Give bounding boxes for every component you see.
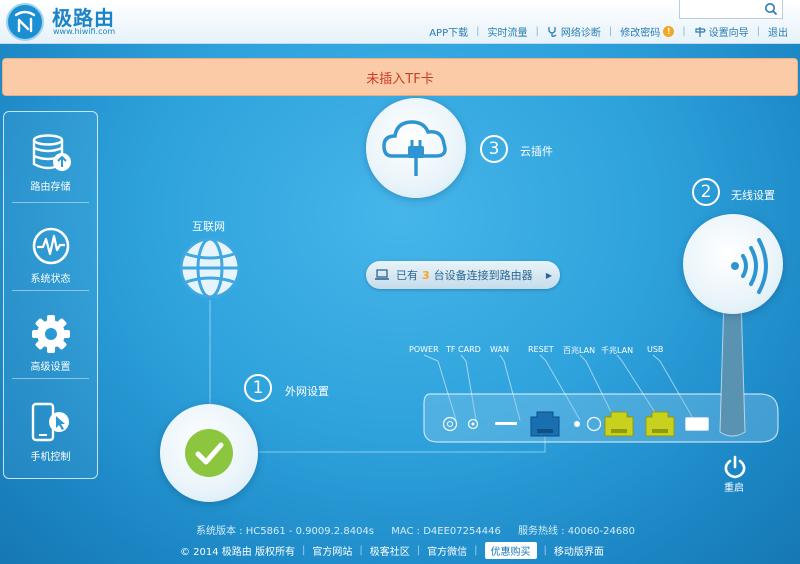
tf-card-alert: 未插入TF卡 xyxy=(2,58,798,96)
laptop-icon xyxy=(375,269,389,280)
power-port-icon xyxy=(442,416,458,432)
check-icon xyxy=(185,429,233,477)
nav-change-password[interactable]: 修改密码 ! xyxy=(620,24,675,39)
sidebar-item-advanced[interactable]: 高级设置 xyxy=(4,292,97,380)
port-label-lan-100m: 百兆LAN xyxy=(563,346,596,355)
reset-ring-icon xyxy=(586,416,602,432)
warning-icon: ! xyxy=(663,26,675,37)
sidebar-item-status[interactable]: 系统状态 xyxy=(4,204,97,292)
official-site-link[interactable]: 官方网站 xyxy=(312,543,352,558)
connected-devices-bar[interactable]: 已有 3 台设备连接到路由器 ▶ xyxy=(366,261,560,289)
port-label-reset: RESET xyxy=(528,345,554,354)
search-input[interactable] xyxy=(684,0,764,17)
sidebar-item-label: 手机控制 xyxy=(30,452,71,463)
port-label-tf-card: TF CARD xyxy=(446,345,481,354)
cloud-plugin-label[interactable]: 云插件 xyxy=(520,143,553,159)
port-label-lan-1000m: 千兆LAN xyxy=(601,346,634,355)
usb-port-icon[interactable] xyxy=(685,417,709,431)
port-label-usb: USB xyxy=(647,345,664,354)
divider xyxy=(12,202,89,203)
divider xyxy=(12,378,89,379)
step-number-1: 1 xyxy=(244,374,272,402)
logo-icon xyxy=(14,10,36,33)
footer-links: © 2014 极路由 版权所有 | 官方网站 | 极客社区 | 官方微信 | 优… xyxy=(180,542,604,559)
cloud-plugin-bubble[interactable] xyxy=(366,98,466,198)
tf-card-port-icon xyxy=(467,418,479,430)
top-nav: APP下载 | 实时流量 | 网络诊断 | 修改密码 ! | 设置向导 | 退出 xyxy=(429,24,788,39)
nav-app-download[interactable]: APP下载 xyxy=(429,24,468,39)
divider xyxy=(12,290,89,291)
community-link[interactable]: 极客社区 xyxy=(370,543,410,558)
tf-slot xyxy=(495,422,517,425)
sidebar-item-label: 系统状态 xyxy=(30,274,71,285)
search-icon[interactable] xyxy=(764,2,778,16)
wireless-settings-label[interactable]: 无线设置 xyxy=(731,187,775,203)
sidebar-item-storage[interactable]: 路由存储 xyxy=(4,112,97,200)
logo[interactable] xyxy=(6,3,44,41)
connected-prefix: 已有 xyxy=(396,269,418,282)
sidebar-item-label: 高级设置 xyxy=(30,362,71,373)
nav-logout[interactable]: 退出 xyxy=(768,24,788,39)
globe-icon[interactable] xyxy=(178,236,242,300)
device-count: 3 xyxy=(422,268,430,282)
sidebar-item-mobile[interactable]: 手机控制 xyxy=(4,380,97,468)
signpost-icon xyxy=(695,26,706,37)
gear-icon xyxy=(31,315,70,353)
internet-label: 互联网 xyxy=(192,220,225,233)
stethoscope-icon xyxy=(548,26,557,37)
nav-realtime-traffic[interactable]: 实时流量 xyxy=(488,24,528,39)
reboot-label[interactable]: 重启 xyxy=(724,479,744,494)
wan-port-icon[interactable] xyxy=(530,411,560,437)
copyright: © 2014 极路由 版权所有 xyxy=(180,547,295,558)
sidebar: 路由存储 系统状态 高级设置 手机控制 xyxy=(3,111,98,479)
wireless-bubble[interactable] xyxy=(683,214,783,314)
wan-settings-label[interactable]: 外网设置 xyxy=(285,383,329,399)
header: 极路由 www.hiwifi.com APP下载 | 实时流量 | 网络诊断 |… xyxy=(0,0,800,44)
arrow-right-icon: ▶ xyxy=(545,270,552,280)
buy-button[interactable]: 优惠购买 xyxy=(484,542,537,559)
lan-100m-port-icon[interactable] xyxy=(604,411,634,437)
sidebar-item-label: 路由存储 xyxy=(30,182,71,193)
wechat-link[interactable]: 官方微信 xyxy=(427,543,467,558)
nav-network-diagnose[interactable]: 网络诊断 xyxy=(547,24,601,39)
step-number-3: 3 xyxy=(480,135,508,163)
wifi-icon xyxy=(731,238,768,294)
logo-url: www.hiwifi.com xyxy=(53,27,116,36)
mac-address: MAC : D4EE07254446 xyxy=(391,526,501,537)
mobile-version-link[interactable]: 移动版界面 xyxy=(554,543,604,558)
pulse-icon xyxy=(32,227,69,265)
reset-button[interactable] xyxy=(574,421,580,427)
power-icon[interactable] xyxy=(723,455,747,479)
search-box xyxy=(679,0,783,19)
lan-1000m-port-icon[interactable] xyxy=(645,411,675,437)
connected-suffix: 台设备连接到路由器 xyxy=(433,269,533,282)
service-hotline: 服务热线 : 40060-24680 xyxy=(518,526,635,537)
storage-icon xyxy=(32,134,71,171)
port-label-wan: WAN xyxy=(490,345,509,354)
port-label-power: POWER xyxy=(409,345,439,354)
cloud-plug-icon xyxy=(382,120,447,176)
system-info: 系统版本 : HC5861 - 0.9009.2.8404s MAC : D4E… xyxy=(196,522,635,537)
wan-bubble[interactable] xyxy=(160,404,258,502)
firmware-version: 系统版本 : HC5861 - 0.9009.2.8404s xyxy=(196,526,375,537)
step-number-2: 2 xyxy=(692,178,720,206)
phone-icon xyxy=(31,402,69,442)
nav-setup-wizard[interactable]: 设置向导 xyxy=(694,24,749,39)
